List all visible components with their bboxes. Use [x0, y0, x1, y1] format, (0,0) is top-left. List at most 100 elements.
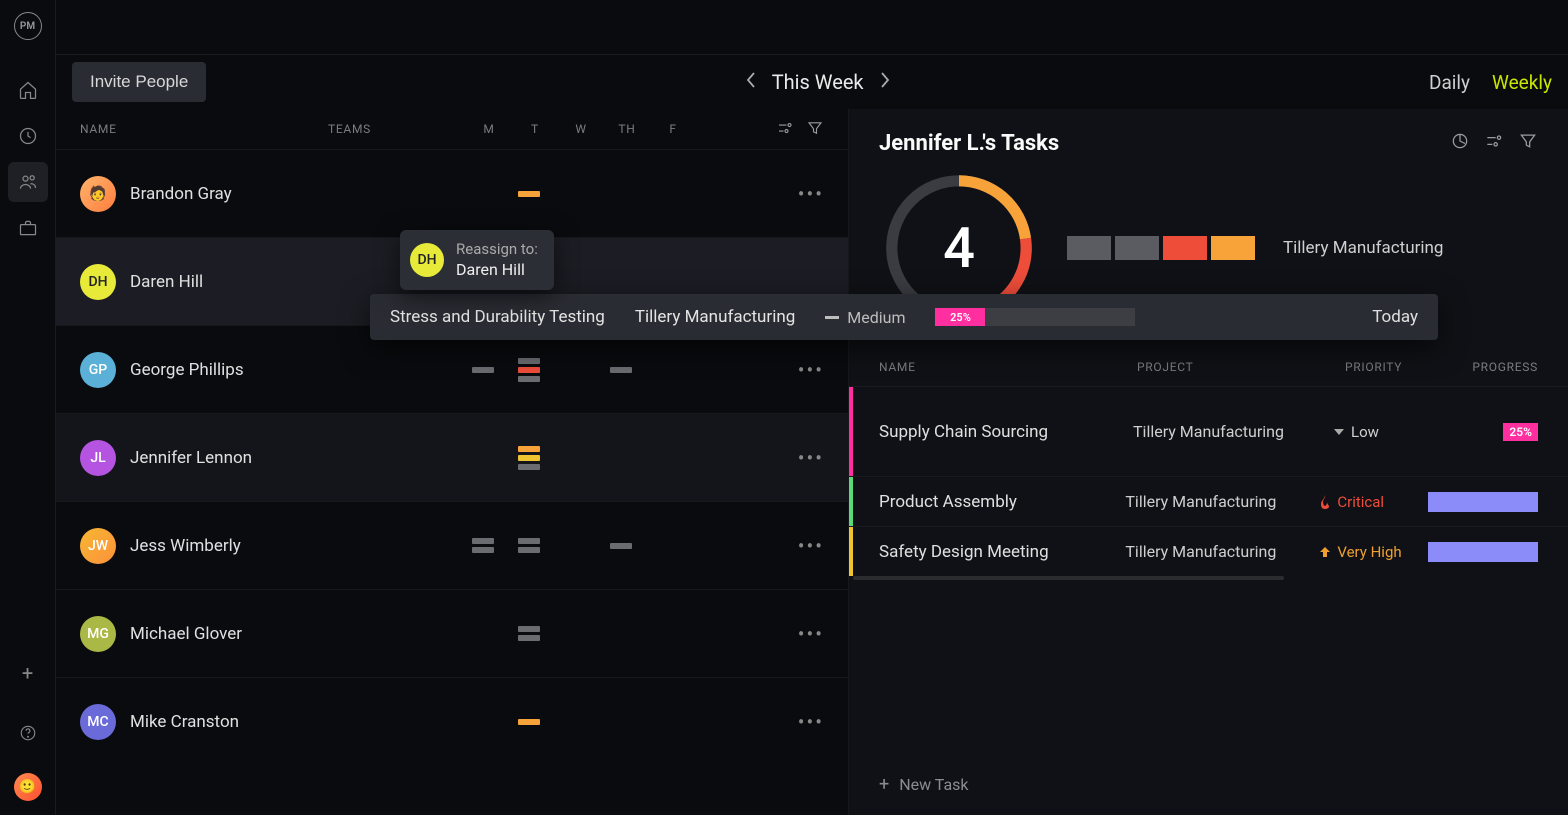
- person-row[interactable]: JL Jennifer Lennon •••: [56, 413, 848, 501]
- nav-recent[interactable]: [8, 116, 48, 156]
- chart-icon[interactable]: [1450, 131, 1470, 155]
- drag-task-card[interactable]: Stress and Durability Testing Tillery Ma…: [370, 294, 1438, 340]
- detail-title: Jennifer L.'s Tasks: [879, 131, 1450, 156]
- reassign-tooltip: DH Reassign to: Daren Hill: [400, 230, 554, 290]
- avatar: DH: [410, 243, 444, 277]
- col-task-progress: PROGRESS: [1453, 360, 1538, 374]
- mini-bars: [1067, 236, 1255, 260]
- col-task-name: NAME: [879, 360, 1129, 374]
- col-task-priority: PRIORITY: [1345, 360, 1445, 374]
- horizontal-scrollbar[interactable]: [853, 576, 1284, 580]
- filter-icon[interactable]: [1518, 131, 1538, 155]
- people-header: NAME TEAMS M T W TH F: [56, 109, 848, 149]
- task-project: Tillery Manufacturing: [1133, 422, 1333, 441]
- row-more[interactable]: •••: [798, 622, 824, 646]
- drag-task-due: Today: [1372, 307, 1418, 327]
- person-row[interactable]: 🧑 Brandon Gray •••: [56, 149, 848, 237]
- row-more[interactable]: •••: [798, 358, 824, 382]
- person-row[interactable]: JW Jess Wimberly •••: [56, 501, 848, 589]
- task-progress-bar: [1428, 542, 1538, 562]
- chevron-left-icon: [744, 71, 758, 89]
- period-nav: This Week: [222, 70, 1413, 94]
- avatar: 🧑: [80, 176, 116, 212]
- toolbar: Invite People This Week Daily Weekly: [56, 55, 1568, 109]
- nav-projects[interactable]: [8, 208, 48, 248]
- task-name: Supply Chain Sourcing: [879, 422, 1133, 442]
- row-more[interactable]: •••: [798, 182, 824, 206]
- person-row[interactable]: MG Michael Glover •••: [56, 589, 848, 677]
- tooltip-target: Daren Hill: [456, 260, 538, 281]
- people-panel: NAME TEAMS M T W TH F: [56, 109, 848, 815]
- new-task-label: New Task: [899, 775, 968, 794]
- home-icon: [18, 80, 38, 100]
- nav-add[interactable]: +: [8, 653, 48, 693]
- task-name: Safety Design Meeting: [879, 542, 1125, 562]
- col-day-w: W: [558, 122, 604, 136]
- person-name: Daren Hill: [130, 272, 330, 292]
- settings-icon[interactable]: [1484, 131, 1504, 155]
- clock-icon: [18, 126, 38, 146]
- next-period[interactable]: [878, 71, 892, 94]
- nav-help[interactable]: [8, 713, 48, 753]
- row-more[interactable]: •••: [798, 446, 824, 470]
- view-weekly[interactable]: Weekly: [1492, 71, 1552, 94]
- avatar: GP: [80, 352, 116, 388]
- invite-button[interactable]: Invite People: [72, 62, 206, 102]
- flame-icon: [1319, 495, 1331, 509]
- filter-icon[interactable]: [806, 119, 824, 140]
- task-row[interactable]: Safety Design Meeting Tillery Manufactur…: [849, 526, 1568, 576]
- prev-period[interactable]: [744, 71, 758, 94]
- task-progress: 25%: [1503, 423, 1538, 441]
- person-row[interactable]: MC Mike Cranston •••: [56, 677, 848, 765]
- new-task-button[interactable]: + New Task: [849, 754, 1568, 815]
- col-name: NAME: [80, 122, 320, 136]
- task-progress-bar: [1428, 492, 1538, 512]
- person-name: Jess Wimberly: [130, 536, 330, 556]
- col-day-f: F: [650, 122, 696, 136]
- summary-project: Tillery Manufacturing: [1283, 238, 1443, 258]
- task-detail-panel: Jennifer L.'s Tasks: [848, 109, 1568, 815]
- drag-task-priority: Medium: [825, 308, 905, 327]
- gauge-value: 4: [943, 215, 975, 281]
- task-project: Tillery Manufacturing: [1125, 492, 1319, 511]
- nav-rail: PM + 🙂: [0, 0, 56, 815]
- task-priority: Very High: [1319, 543, 1428, 561]
- task-row[interactable]: Product Assembly Tillery Manufacturing C…: [849, 476, 1568, 526]
- chevron-down-icon: [1333, 427, 1345, 437]
- person-name: Jennifer Lennon: [130, 448, 330, 468]
- avatar: JL: [80, 440, 116, 476]
- person-name: Michael Glover: [130, 624, 330, 644]
- task-row[interactable]: Supply Chain Sourcing Tillery Manufactur…: [849, 386, 1568, 476]
- col-task-project: PROJECT: [1137, 360, 1337, 374]
- avatar: MG: [80, 616, 116, 652]
- task-project: Tillery Manufacturing: [1125, 542, 1319, 561]
- avatar: MC: [80, 704, 116, 740]
- task-priority: Low: [1333, 423, 1445, 441]
- topbar: [56, 0, 1568, 55]
- settings-icon[interactable]: [776, 119, 794, 140]
- avatar: DH: [80, 264, 116, 300]
- task-name: Product Assembly: [879, 492, 1125, 512]
- period-label: This Week: [772, 70, 864, 94]
- plus-icon: +: [879, 774, 889, 795]
- col-day-m: M: [466, 122, 512, 136]
- col-day-t: T: [512, 122, 558, 136]
- app-logo: PM: [14, 12, 42, 40]
- user-avatar[interactable]: 🙂: [14, 773, 42, 801]
- col-teams: TEAMS: [328, 122, 458, 136]
- view-daily[interactable]: Daily: [1429, 71, 1470, 94]
- nav-home[interactable]: [8, 70, 48, 110]
- dash-icon: [825, 316, 839, 319]
- nav-people[interactable]: [8, 162, 48, 202]
- drag-task-project: Tillery Manufacturing: [635, 307, 795, 327]
- task-priority: Critical: [1319, 493, 1428, 511]
- drag-task-progress: 25%: [935, 308, 1135, 326]
- arrow-up-icon: [1319, 546, 1331, 558]
- help-icon: [19, 724, 37, 742]
- col-day-th: TH: [604, 122, 650, 136]
- people-icon: [18, 172, 38, 192]
- row-more[interactable]: •••: [798, 534, 824, 558]
- chevron-right-icon: [878, 71, 892, 89]
- person-name: Brandon Gray: [130, 184, 330, 204]
- row-more[interactable]: •••: [798, 710, 824, 734]
